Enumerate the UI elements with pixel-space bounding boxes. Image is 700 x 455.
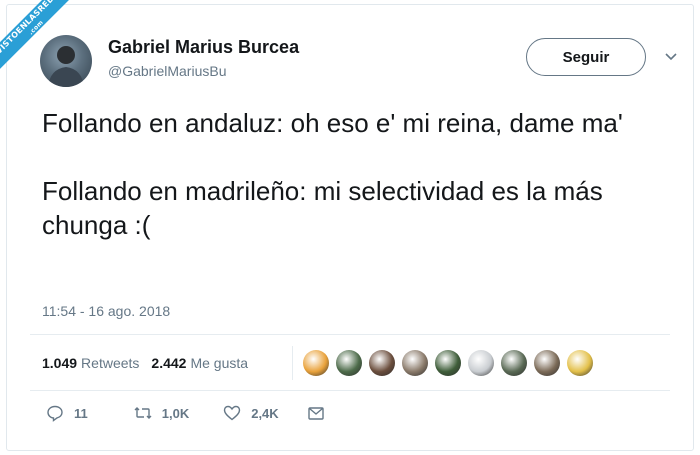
author-handle[interactable]: @GabrielMariusBu	[108, 63, 226, 79]
heart-icon	[224, 405, 241, 421]
tweet-text: Follando en andaluz: oh eso e' mi reina,…	[42, 106, 682, 242]
likes-stat[interactable]: 2.442 Me gusta	[151, 355, 248, 371]
reply-count: 11	[74, 405, 88, 421]
tweet-paragraph-2: Follando en madrileño: mi selectividad e…	[42, 176, 603, 240]
avatar-image	[48, 46, 84, 87]
likes-count: 2.442	[151, 355, 187, 371]
like-count: 2,4K	[251, 405, 279, 421]
retweet-button[interactable]: 1,0K	[134, 404, 189, 422]
tweet-actions: 11 1,0K 2,4K	[46, 404, 325, 422]
tweet-paragraph-1: Follando en andaluz: oh eso e' mi reina,…	[42, 108, 623, 138]
likers-avatars	[303, 350, 600, 376]
envelope-icon	[307, 407, 324, 420]
author-avatar[interactable]	[40, 35, 92, 87]
tweet-stats: 1.049 Retweets 2.442 Me gusta	[42, 355, 248, 371]
divider-top	[30, 334, 670, 335]
retweets-stat[interactable]: 1.049 Retweets	[42, 355, 139, 371]
avatar-2[interactable]	[336, 350, 362, 376]
retweets-count: 1.049	[42, 355, 78, 371]
follow-button[interactable]: Seguir	[526, 38, 646, 76]
avatar-1[interactable]	[303, 350, 329, 376]
avatar-4[interactable]	[402, 350, 428, 376]
like-button[interactable]: 2,4K	[223, 404, 279, 422]
reply-icon	[47, 405, 63, 422]
avatar-8[interactable]	[534, 350, 560, 376]
stats-separator	[292, 346, 293, 380]
avatar-5[interactable]	[435, 350, 461, 376]
chevron-down-icon[interactable]	[662, 47, 680, 65]
reply-button[interactable]: 11	[46, 404, 88, 422]
avatar-6[interactable]	[468, 350, 494, 376]
author-name[interactable]: Gabriel Marius Burcea	[108, 37, 299, 58]
avatar-3[interactable]	[369, 350, 395, 376]
message-button[interactable]	[307, 404, 325, 422]
retweet-icon	[134, 407, 152, 419]
avatar-7[interactable]	[501, 350, 527, 376]
likes-label: Me gusta	[190, 355, 249, 371]
divider-bottom	[30, 390, 670, 391]
retweet-count: 1,0K	[161, 405, 190, 421]
retweets-label: Retweets	[81, 355, 140, 371]
avatar-9[interactable]	[567, 350, 593, 376]
tweet-timestamp[interactable]: 11:54 - 16 ago. 2018	[42, 303, 170, 319]
